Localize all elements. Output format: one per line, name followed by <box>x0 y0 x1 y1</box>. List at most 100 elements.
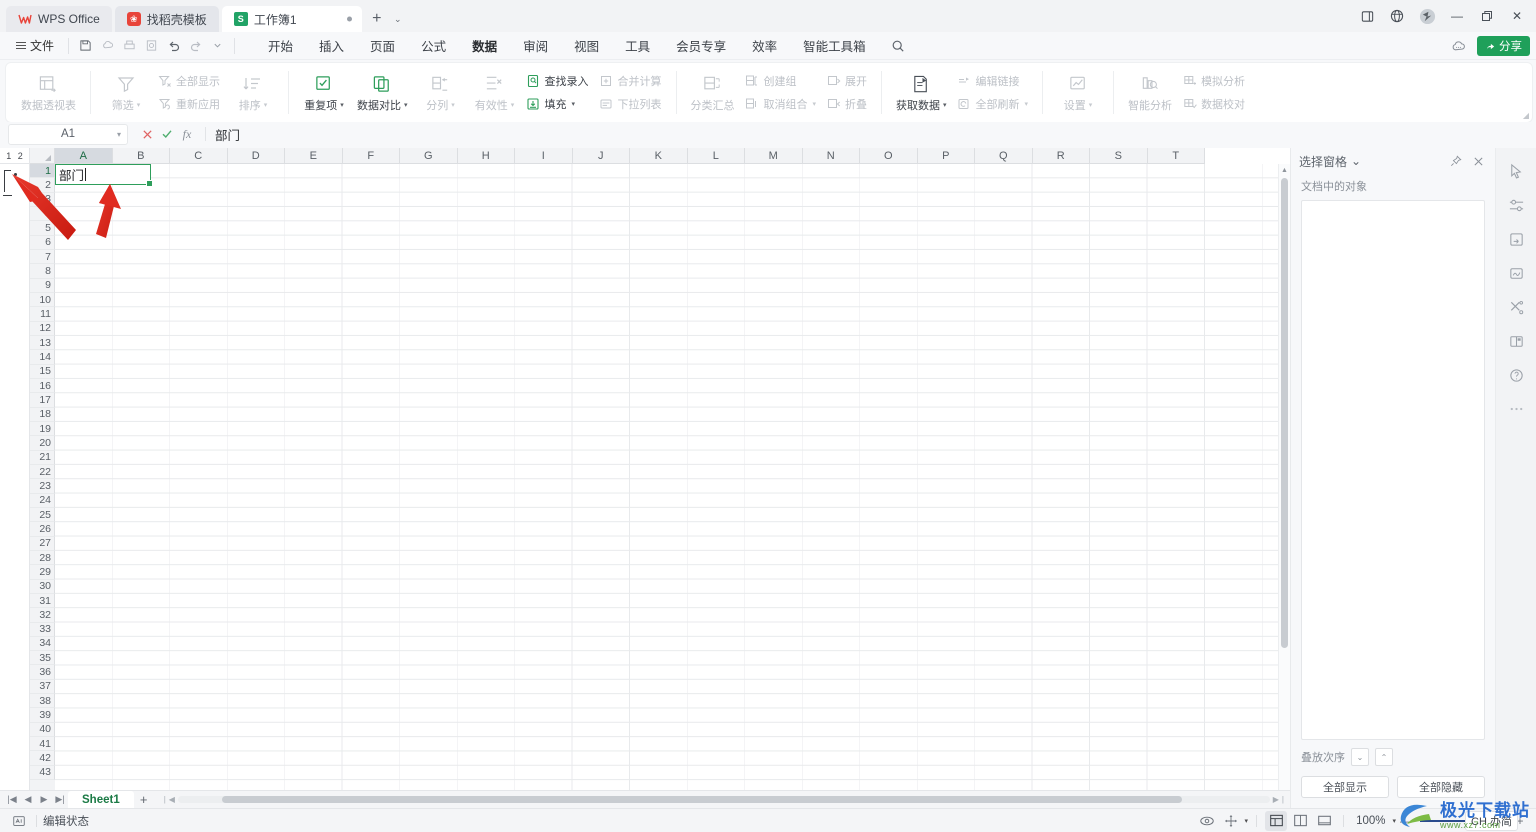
column-header-S[interactable]: S <box>1090 148 1148 164</box>
chevron-down-icon[interactable]: ▾ <box>117 130 121 139</box>
row-header-3[interactable]: 3 <box>30 192 55 207</box>
column-header-K[interactable]: K <box>630 148 688 164</box>
split-column-button[interactable]: 分列 ▾ <box>414 63 468 122</box>
expand-button[interactable]: 展开 <box>822 70 873 92</box>
hscroll-left-edge-icon[interactable]: | <box>164 795 166 804</box>
globe-icon[interactable] <box>1382 1 1412 31</box>
vertical-scrollbar[interactable]: ▲ <box>1278 164 1290 790</box>
row-header-38[interactable]: 38 <box>30 694 55 709</box>
row-header-37[interactable]: 37 <box>30 679 55 695</box>
row-header-4[interactable]: 4 <box>30 206 55 222</box>
column-header-J[interactable]: J <box>572 148 630 164</box>
more-icon[interactable] <box>1501 394 1531 424</box>
close-icon[interactable] <box>1469 152 1487 170</box>
edit-mode-icon[interactable] <box>8 810 30 832</box>
help-icon[interactable] <box>1501 360 1531 390</box>
ribbon-tab-view[interactable]: 视图 <box>561 33 612 58</box>
send-backward-button[interactable]: ⌄ <box>1351 748 1369 766</box>
row-header-26[interactable]: 26 <box>30 522 55 537</box>
share-button[interactable]: 分享 <box>1477 36 1530 56</box>
row-header-30[interactable]: 30 <box>30 579 55 594</box>
ribbon-tab-tools[interactable]: 工具 <box>612 33 663 58</box>
column-header-C[interactable]: C <box>170 148 228 164</box>
column-header-H[interactable]: H <box>457 148 515 164</box>
close-button[interactable]: ✕ <box>1502 1 1532 31</box>
first-sheet-icon[interactable]: |◀ <box>4 792 20 808</box>
row-header-16[interactable]: 16 <box>30 378 55 394</box>
row-header-5[interactable]: 5 <box>30 221 55 236</box>
customize-qat-chevron-icon[interactable] <box>207 35 228 56</box>
scroll-up-button[interactable]: ▲ <box>1281 164 1288 176</box>
selection-pane-title[interactable]: 选择窗格 <box>1299 153 1347 170</box>
ribbon-tab-member[interactable]: 会员专享 <box>663 33 739 58</box>
avatar-icon[interactable] <box>1412 1 1442 31</box>
row-header-25[interactable]: 25 <box>30 507 55 523</box>
column-header-P[interactable]: P <box>917 148 975 164</box>
row-header-39[interactable]: 39 <box>30 708 55 723</box>
group-expand-icon[interactable]: ◢ <box>1523 111 1529 120</box>
page-break-view-button[interactable] <box>1313 811 1335 831</box>
settings-button[interactable]: 设置 ▾ <box>1051 63 1105 122</box>
row-header-35[interactable]: 35 <box>30 651 55 666</box>
side-panel-icon[interactable] <box>1352 1 1382 31</box>
duplicate-button[interactable]: 重复项 ▾ <box>297 63 351 122</box>
data-proofread-button[interactable]: 数据校对 <box>1178 93 1251 115</box>
hscroll-right-arrow-icon[interactable]: ▶ <box>1273 795 1279 804</box>
cloud-sync-icon[interactable] <box>97 35 118 56</box>
column-header-G[interactable]: G <box>400 148 458 164</box>
row-header-13[interactable]: 13 <box>30 335 55 351</box>
name-box[interactable]: A1 ▾ <box>8 123 128 145</box>
maximize-restore-button[interactable] <box>1472 1 1502 31</box>
row-header-43[interactable]: 43 <box>30 765 55 781</box>
show-all-button[interactable]: 全部显示 <box>153 70 226 92</box>
data-compare-button[interactable]: 数据对比 ▾ <box>351 63 414 122</box>
column-header-Q[interactable]: Q <box>975 148 1033 164</box>
eye-icon[interactable] <box>1196 811 1218 831</box>
column-header-I[interactable]: I <box>515 148 573 164</box>
horizontal-scroll-thumb[interactable] <box>221 796 1183 803</box>
chevron-down-icon[interactable]: ▾ <box>1392 817 1396 825</box>
consolidate-button[interactable]: 合并计算 <box>595 70 668 92</box>
row-header-28[interactable]: 28 <box>30 550 55 566</box>
sheet-tab-sheet1[interactable]: Sheet1 <box>68 790 134 808</box>
column-header-D[interactable]: D <box>227 148 285 164</box>
cell-grid[interactable]: 部门 <box>55 164 1290 790</box>
reapply-button[interactable]: 重新应用 <box>153 93 226 115</box>
fx-icon[interactable]: fx <box>178 125 196 143</box>
row-header-18[interactable]: 18 <box>30 407 55 422</box>
confirm-icon[interactable] <box>158 125 176 143</box>
outline-collapse-button[interactable] <box>3 195 12 197</box>
selection-pane-object-list[interactable] <box>1301 200 1485 740</box>
ribbon-tab-insert[interactable]: 插入 <box>306 33 357 58</box>
get-data-button[interactable]: 获取数据 ▾ <box>890 63 953 122</box>
column-header-B[interactable]: B <box>112 148 170 164</box>
row-header-1[interactable]: 1 <box>30 164 55 179</box>
row-header-24[interactable]: 24 <box>30 493 55 508</box>
chevron-down-icon[interactable]: ⌄ <box>1351 154 1361 168</box>
row-header-21[interactable]: 21 <box>30 450 55 465</box>
next-sheet-icon[interactable]: ▶ <box>36 792 52 808</box>
ribbon-tab-formula[interactable]: 公式 <box>408 33 459 58</box>
page-layout-view-button[interactable] <box>1289 811 1311 831</box>
pin-icon[interactable] <box>1447 152 1465 170</box>
column-header-O[interactable]: O <box>860 148 918 164</box>
row-header-15[interactable]: 15 <box>30 364 55 379</box>
row-header-20[interactable]: 20 <box>30 436 55 451</box>
active-cell-editor[interactable]: 部门 <box>55 164 153 187</box>
undo-icon[interactable] <box>163 35 184 56</box>
print-preview-icon[interactable] <box>141 35 162 56</box>
column-header-N[interactable]: N <box>802 148 860 164</box>
row-header-42[interactable]: 42 <box>30 751 55 766</box>
row-header-14[interactable]: 14 <box>30 350 55 365</box>
app-tab-docer[interactable]: ❀ 找稻壳模板 <box>114 6 219 32</box>
row-header-9[interactable]: 9 <box>30 278 55 293</box>
file-menu-button[interactable]: 文件 <box>8 35 62 57</box>
settings-slider-icon[interactable] <box>1501 190 1531 220</box>
chevron-down-icon[interactable]: ▾ <box>1245 817 1249 825</box>
tools-icon[interactable] <box>1501 292 1531 322</box>
new-tab-button[interactable]: + <box>365 6 389 32</box>
lookup-entry-button[interactable]: 查找录入 <box>522 70 595 92</box>
row-header-2[interactable]: 2 <box>30 178 55 193</box>
minimize-button[interactable]: — <box>1442 1 1472 31</box>
outline-level-1-button[interactable]: 1 <box>6 151 11 161</box>
